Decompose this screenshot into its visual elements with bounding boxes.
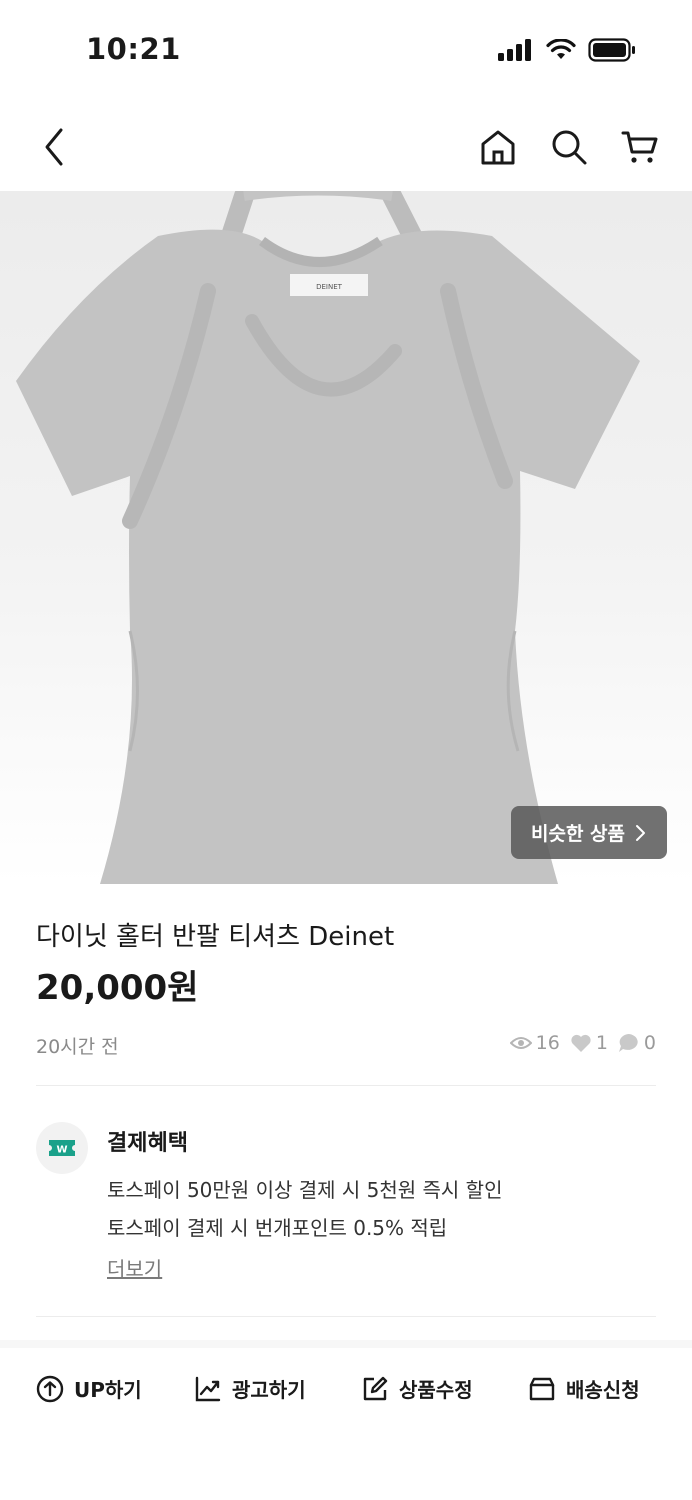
edit-icon: [363, 1376, 388, 1400]
edit-product-button[interactable]: 상품수정: [361, 1374, 473, 1403]
views-stat: 16: [509, 1032, 560, 1054]
cart-icon[interactable]: [618, 125, 662, 169]
likes-stat: 1: [570, 1032, 608, 1054]
comments-stat: 0: [618, 1032, 656, 1054]
comments-count: 0: [643, 1032, 656, 1054]
views-count: 16: [535, 1032, 560, 1054]
back-icon[interactable]: [32, 125, 76, 169]
signal-icon: [498, 39, 531, 61]
wifi-icon: [546, 39, 576, 59]
eye-icon: [509, 1037, 532, 1049]
shirt-label: DEINET: [316, 283, 343, 291]
won-ticket-icon: W: [49, 1140, 75, 1156]
section-gap: [0, 1340, 692, 1348]
home-icon[interactable]: [476, 125, 520, 169]
search-icon[interactable]: [547, 125, 591, 169]
benefit-line-2: 토스페이 결제 시 번개포인트 0.5% 적립: [107, 1216, 448, 1240]
status-icons: [498, 38, 636, 62]
up-button[interactable]: UP하기: [36, 1374, 142, 1403]
benefit-title: 결제혜택: [107, 1131, 188, 1156]
posted-time: 20시간 전: [36, 1036, 119, 1058]
battery-icon: [588, 38, 635, 62]
arrow-up-circle-icon: [36, 1375, 64, 1402]
seller-action-bar: UP하기 광고하기 상품수정 배송신청: [0, 1360, 692, 1422]
divider: [36, 1085, 656, 1086]
svg-text:W: W: [56, 1145, 67, 1156]
chevron-right-icon: [636, 824, 645, 841]
trend-chart-icon: [195, 1376, 221, 1401]
chat-bubble-icon: [618, 1034, 638, 1052]
status-time: 10:21: [86, 32, 181, 66]
benefit-line-1: 토스페이 50만원 이상 결제 시 5천원 즉시 할인: [107, 1178, 503, 1202]
top-nav: [0, 105, 692, 191]
product-title: 다이닛 홀터 반팔 티셔츠 Deinet: [36, 922, 395, 952]
box-icon: [529, 1377, 555, 1400]
shipping-request-label: 배송신청: [566, 1378, 640, 1402]
status-bar: 10:21: [0, 0, 692, 100]
heart-icon: [571, 1034, 591, 1052]
divider: [36, 1316, 656, 1317]
product-price: 20,000원: [36, 968, 199, 1008]
benefit-badge: W: [36, 1122, 88, 1174]
shipping-request-button[interactable]: 배송신청: [528, 1374, 640, 1403]
likes-count: 1: [595, 1032, 608, 1054]
t-shirt-image: DEINET: [16, 191, 640, 884]
more-link[interactable]: 더보기: [107, 1253, 162, 1282]
product-image[interactable]: DEINET: [0, 191, 692, 884]
similar-items-label: 비슷한 상품: [530, 823, 625, 845]
product-stats: 16 1 0: [509, 1032, 656, 1054]
similar-items-button[interactable]: 비슷한 상품: [511, 806, 667, 859]
advertise-label: 광고하기: [232, 1378, 306, 1402]
edit-product-label: 상품수정: [399, 1378, 473, 1402]
up-label: UP하기: [74, 1378, 142, 1402]
advertise-button[interactable]: 광고하기: [194, 1374, 306, 1403]
